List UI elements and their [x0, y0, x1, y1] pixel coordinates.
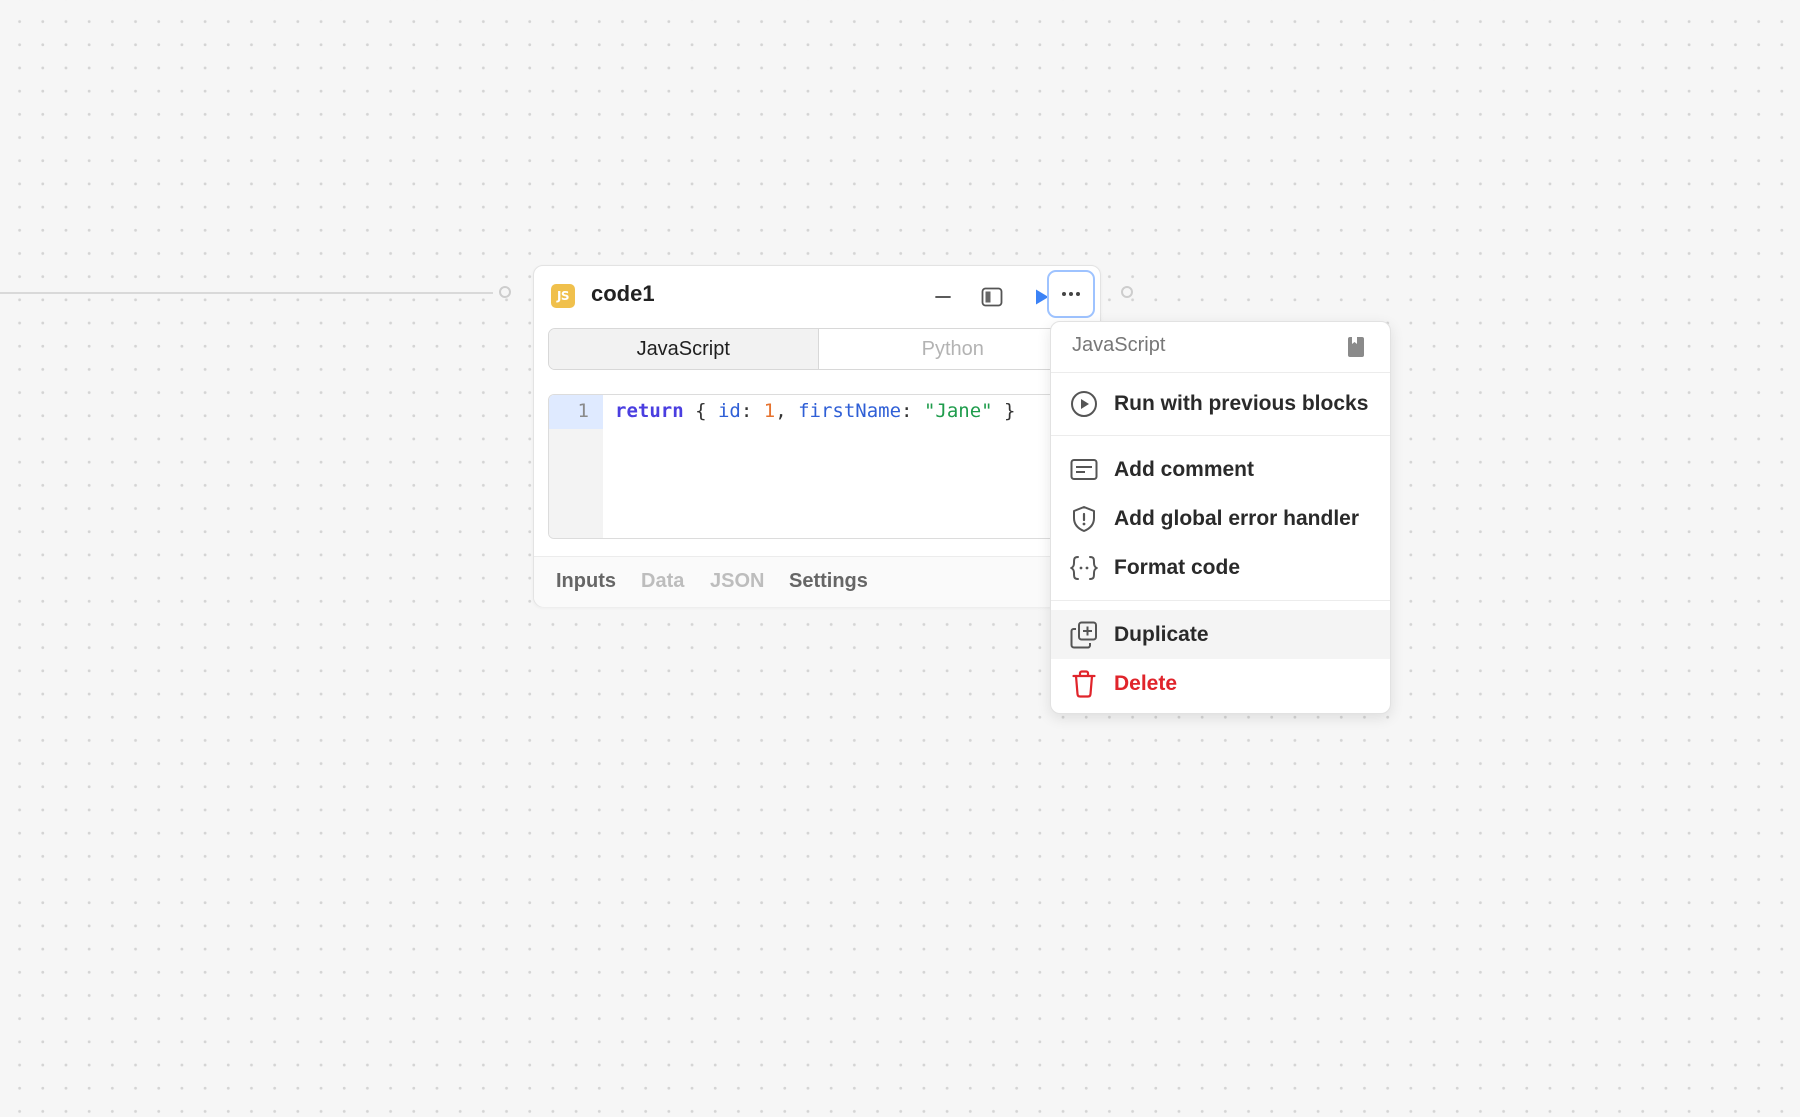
comment-icon — [1070, 459, 1098, 480]
minus-icon — [935, 296, 951, 298]
minimize-button[interactable] — [923, 277, 963, 317]
menu-item-delete[interactable]: Delete — [1051, 659, 1390, 708]
language-tabs: JavaScript Python — [548, 328, 1088, 370]
shield-alert-icon — [1073, 506, 1095, 532]
code-punct: , — [775, 400, 799, 422]
menu-header-label: JavaScript — [1072, 334, 1166, 356]
block-options-menu: JavaScript Run with previous blocks Add … — [1050, 321, 1391, 714]
tab-javascript[interactable]: JavaScript — [549, 329, 819, 369]
code-number: 1 — [763, 400, 776, 422]
block-title[interactable]: code1 — [591, 281, 655, 307]
more-options-button[interactable] — [1047, 270, 1095, 318]
code-key: id — [717, 400, 741, 422]
panel-icon — [981, 287, 1003, 307]
menu-item-format-code[interactable]: Format code — [1051, 543, 1390, 592]
code-key: firstName — [798, 400, 902, 422]
menu-header: JavaScript — [1051, 322, 1390, 373]
code-editor[interactable]: 1 return { id: 1, firstName: "Jane" } — [548, 394, 1088, 539]
menu-item-run-with-previous[interactable]: Run with previous blocks — [1051, 379, 1390, 428]
tab-python[interactable]: Python — [818, 329, 1087, 369]
toggle-panel-button[interactable] — [972, 277, 1012, 317]
menu-divider — [1051, 600, 1390, 601]
input-port[interactable] — [499, 286, 511, 298]
menu-item-duplicate[interactable]: Duplicate — [1051, 610, 1390, 659]
block-footer: Inputs Data JSON Settings — [534, 556, 1100, 607]
play-circle-icon — [1071, 391, 1097, 417]
code-punct: : — [901, 400, 924, 422]
menu-item-label: Add global error handler — [1114, 507, 1360, 530]
menu-item-add-error-handler[interactable]: Add global error handler — [1051, 494, 1390, 543]
code-punct: } — [992, 400, 1016, 422]
docs-book-icon[interactable] — [1347, 336, 1365, 358]
menu-divider — [1051, 435, 1390, 436]
menu-item-label: Duplicate — [1114, 623, 1209, 646]
code-keyword: return — [615, 400, 684, 422]
tab-data[interactable]: Data — [641, 570, 684, 593]
braces-icon — [1070, 556, 1098, 580]
code-string: "Jane" — [923, 400, 993, 422]
duplicate-icon — [1070, 621, 1097, 649]
code-punct: { — [683, 400, 718, 422]
block-header: JS code1 — [534, 266, 1100, 324]
connector-line — [0, 292, 493, 294]
menu-item-label: Delete — [1114, 672, 1178, 695]
output-port[interactable] — [1121, 286, 1133, 298]
tab-inputs[interactable]: Inputs — [556, 570, 616, 593]
menu-item-label: Add comment — [1114, 458, 1255, 481]
code-line[interactable]: return { id: 1, firstName: "Jane" } — [615, 400, 1015, 422]
menu-item-label: Format code — [1114, 556, 1241, 579]
tab-settings[interactable]: Settings — [789, 570, 868, 593]
trash-icon — [1072, 670, 1096, 698]
code-punct: : — [740, 400, 764, 422]
code-block: JS code1 JavaScript Python 1 return { id… — [533, 265, 1101, 607]
menu-item-label: Run with previous blocks — [1114, 392, 1369, 415]
tab-json[interactable]: JSON — [710, 570, 764, 593]
menu-item-add-comment[interactable]: Add comment — [1051, 445, 1390, 494]
ellipsis-icon — [1062, 292, 1080, 296]
line-number: 1 — [577, 400, 589, 422]
javascript-icon: JS — [551, 284, 575, 308]
